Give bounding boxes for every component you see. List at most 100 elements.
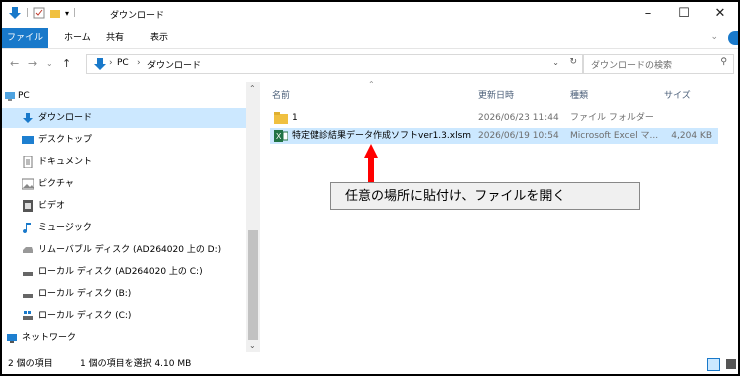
breadcrumb-downloads[interactable]: ダウンロード: [147, 58, 201, 71]
breadcrumb-pc[interactable]: PC: [117, 58, 129, 68]
nav-label: ドキュメント: [38, 157, 93, 167]
nav-item-downloads[interactable]: ダウンロード: [2, 108, 246, 128]
video-icon: [23, 200, 33, 212]
nav-label: ミュージック: [38, 223, 92, 233]
nav-item-local-disk-b[interactable]: ローカル ディスク (B:): [2, 284, 246, 304]
network-icon: [7, 334, 17, 343]
local-disk-icon: [23, 272, 33, 276]
nav-item-music[interactable]: ミュージック: [2, 218, 246, 238]
nav-item-pc[interactable]: PC: [2, 86, 246, 106]
status-bar: 2 個の項目 1 個の項目を選択 4.10 MB: [2, 354, 738, 374]
column-header-type[interactable]: 種類: [570, 88, 588, 101]
tab-view[interactable]: 表示: [150, 28, 168, 48]
details-view-icon[interactable]: [707, 358, 720, 371]
selection-info: 1 個の項目を選択 4.10 MB: [80, 359, 192, 369]
window-controls: – ☐ ✕: [630, 2, 738, 26]
quick-access-toolbar: | ▾ |: [8, 6, 76, 20]
nav-label: ダウンロード: [38, 113, 93, 123]
navigation-pane: PC ダウンロード デスクトップ ドキュメント ピクチャ ビデオ ミュージック: [2, 82, 260, 352]
expand-ribbon-icon[interactable]: ⌄: [710, 32, 718, 42]
item-count: 2 個の項目: [8, 359, 53, 369]
nav-item-local-disk-c-remote[interactable]: ローカル ディスク (AD264020 上の C:): [2, 262, 246, 282]
nav-label: デスクトップ: [38, 135, 93, 145]
explorer-window: | ▾ | ダウンロード – ☐ ✕ ファイル ホーム 共有 表示 ⌄ ← → …: [0, 0, 740, 376]
title-bar: | ▾ | ダウンロード – ☐ ✕: [2, 2, 738, 26]
file-type: Microsoft Excel マ...: [570, 131, 659, 141]
forward-arrow-icon[interactable]: →: [28, 57, 37, 70]
nav-label: ローカル ディスク (C:): [38, 311, 132, 321]
search-placeholder: ダウンロードの検索: [591, 61, 673, 71]
picture-icon: [22, 178, 34, 190]
tab-home[interactable]: ホーム: [64, 28, 91, 48]
refresh-icon[interactable]: ↻: [569, 57, 577, 67]
removable-disk-icon: [23, 247, 33, 253]
file-date: 2026/06/19 10:54: [478, 131, 559, 141]
scroll-down-icon[interactable]: ⌄: [249, 341, 256, 350]
search-icon[interactable]: ⚲: [720, 57, 727, 67]
nav-item-desktop[interactable]: デスクトップ: [2, 130, 246, 150]
file-row-folder[interactable]: 1 2026/06/23 11:44 ファイル フォルダー: [270, 110, 718, 126]
nav-item-pictures[interactable]: ピクチャ: [2, 174, 246, 194]
nav-label: ローカル ディスク (B:): [38, 289, 132, 299]
windows-disk-icon: [23, 311, 33, 320]
excel-icon: X: [274, 130, 288, 142]
file-list: ⌃ 名前 更新日時 種類 サイズ 1 2026/06/23 11:44 ファイル…: [264, 80, 738, 352]
column-header-size[interactable]: サイズ: [664, 88, 691, 101]
column-header-date[interactable]: 更新日時: [478, 88, 514, 101]
file-date: 2026/06/23 11:44: [478, 113, 559, 123]
nav-item-documents[interactable]: ドキュメント: [2, 152, 246, 172]
address-row: ← → ⌄ ↑ › PC › ダウンロード ⌄ ↻ ダウンロードの検索 ⚲: [2, 52, 738, 76]
up-arrow-icon[interactable]: ↑: [62, 57, 71, 70]
nav-label: PC: [18, 91, 30, 101]
nav-label: リムーバブル ディスク (AD264020 上の D:): [38, 245, 222, 255]
properties-icon[interactable]: [33, 7, 45, 19]
address-dropdown-icon[interactable]: ⌄: [552, 58, 559, 67]
file-name: 1: [292, 113, 298, 123]
nav-label: ビデオ: [38, 201, 66, 211]
breadcrumb-separator-icon: ›: [137, 58, 141, 68]
breadcrumb-separator-icon: ›: [109, 58, 113, 68]
computer-icon: [5, 92, 15, 101]
new-folder-icon[interactable]: [49, 7, 61, 19]
nav-item-removable-disk-d[interactable]: リムーバブル ディスク (AD264020 上の D:): [2, 240, 246, 260]
maximize-button[interactable]: ☐: [666, 2, 702, 26]
nav-item-network[interactable]: ネットワーク: [2, 328, 246, 348]
nav-label: ネットワーク: [22, 333, 77, 343]
tab-file[interactable]: ファイル: [2, 28, 48, 48]
close-button[interactable]: ✕: [702, 2, 738, 26]
ribbon-tabs: ファイル ホーム 共有 表示 ⌄: [2, 28, 738, 49]
folder-icon: [274, 112, 288, 124]
nav-label: ピクチャ: [38, 179, 74, 189]
file-name: 特定健診結果データ作成ソフトver1.3.xlsm: [292, 131, 472, 141]
annotation-callout: 任意の場所に貼付け、ファイルを開く: [330, 182, 640, 210]
customize-toolbar-icon[interactable]: ▾: [65, 9, 69, 18]
large-icons-view-icon[interactable]: [726, 359, 736, 369]
column-header-name[interactable]: 名前: [272, 88, 290, 101]
help-icon[interactable]: [728, 31, 738, 45]
recent-locations-icon[interactable]: ⌄: [46, 59, 53, 68]
file-row-excel[interactable]: X 特定健診結果データ作成ソフトver1.3.xlsm 2026/06/19 1…: [270, 128, 718, 144]
search-input[interactable]: ダウンロードの検索 ⚲: [582, 54, 734, 74]
download-arrow-icon[interactable]: [8, 6, 22, 20]
sort-arrow-icon: ⌃: [368, 80, 375, 89]
download-icon: [23, 113, 33, 123]
nav-scrollbar[interactable]: ⌃ ⌄: [246, 82, 260, 352]
scroll-up-icon[interactable]: ⌃: [249, 84, 256, 93]
nav-label: ローカル ディスク (AD264020 上の C:): [38, 267, 203, 277]
window-title: ダウンロード: [110, 11, 165, 21]
svg-text:X: X: [276, 132, 282, 141]
nav-item-videos[interactable]: ビデオ: [2, 196, 246, 216]
address-bar[interactable]: › PC › ダウンロード ⌄ ↻: [86, 54, 584, 74]
local-disk-icon: [23, 294, 33, 298]
tab-share[interactable]: 共有: [106, 28, 124, 48]
music-icon: [23, 223, 31, 234]
scrollbar-thumb[interactable]: [248, 230, 258, 340]
back-arrow-icon[interactable]: ←: [10, 57, 19, 70]
document-icon: [23, 156, 33, 168]
red-arrow-annotation: [364, 144, 378, 182]
nav-item-local-disk-c[interactable]: ローカル ディスク (C:): [2, 306, 246, 326]
desktop-icon: [22, 136, 34, 144]
file-type: ファイル フォルダー: [570, 113, 654, 123]
minimize-button[interactable]: –: [630, 2, 666, 26]
download-folder-icon: [94, 58, 106, 70]
